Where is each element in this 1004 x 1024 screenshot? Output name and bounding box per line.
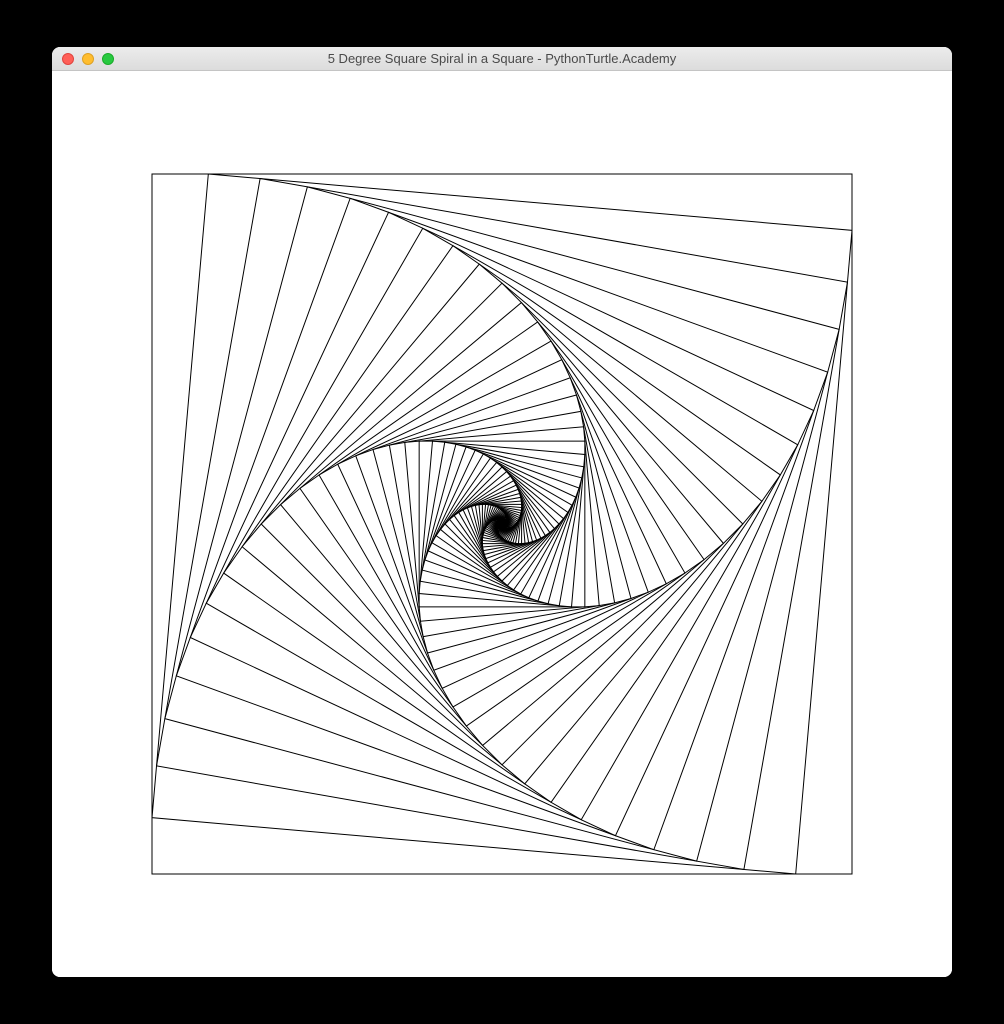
turtle-canvas — [52, 71, 952, 977]
traffic-lights — [62, 53, 114, 65]
minimize-icon[interactable] — [82, 53, 94, 65]
window-title: 5 Degree Square Spiral in a Square - Pyt… — [52, 51, 952, 66]
spiral-drawing — [52, 71, 952, 977]
titlebar[interactable]: 5 Degree Square Spiral in a Square - Pyt… — [52, 47, 952, 71]
close-icon[interactable] — [62, 53, 74, 65]
maximize-icon[interactable] — [102, 53, 114, 65]
app-window: 5 Degree Square Spiral in a Square - Pyt… — [52, 47, 952, 977]
